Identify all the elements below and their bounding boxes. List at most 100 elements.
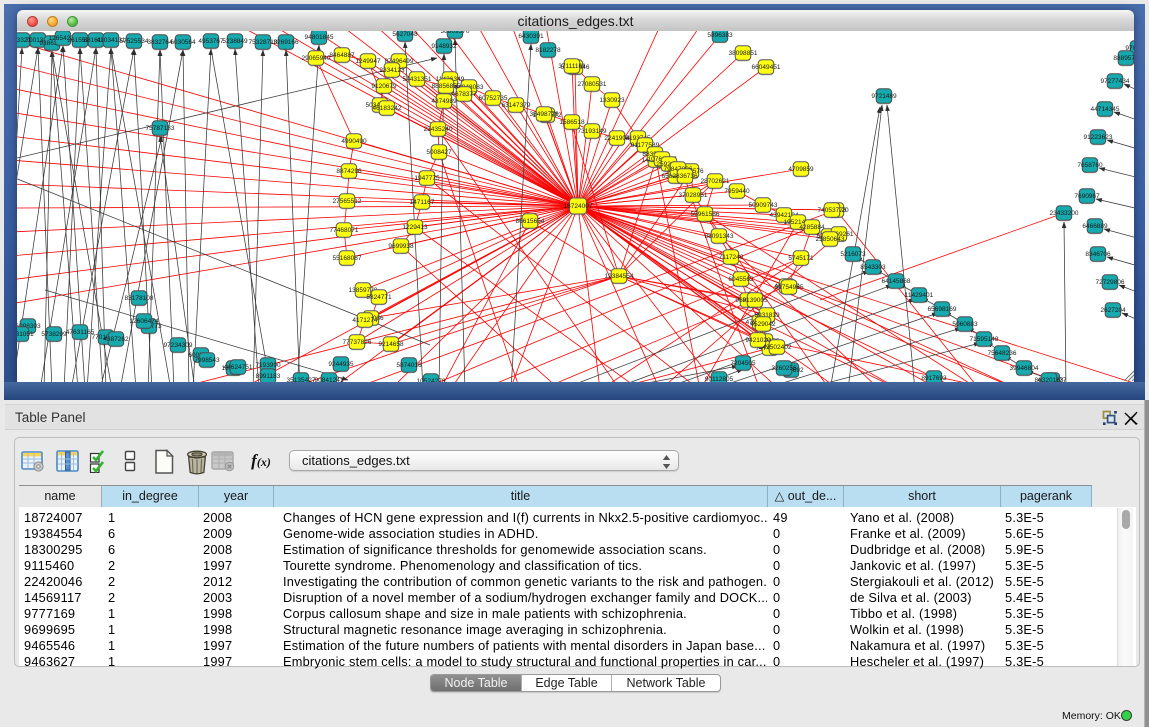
svg-text:3832764: 3832764: [147, 39, 173, 46]
svg-text:5008427: 5008427: [426, 149, 452, 156]
svg-text:9120679: 9120679: [371, 83, 397, 90]
svg-text:63147379: 63147379: [502, 102, 531, 109]
svg-text:6045562: 6045562: [728, 276, 754, 283]
svg-text:1229413: 1229413: [402, 224, 428, 231]
svg-text:7959440: 7959440: [724, 188, 750, 195]
svg-text:38809570: 38809570: [441, 31, 470, 35]
svg-text:4709859: 4709859: [788, 166, 814, 173]
svg-text:4171274: 4171274: [352, 317, 378, 324]
svg-text:83178108: 83178108: [125, 295, 154, 302]
svg-text:38498776: 38498776: [530, 111, 559, 118]
svg-text:2031051: 2031051: [17, 331, 34, 338]
svg-text:11429401: 11429401: [905, 292, 934, 299]
svg-text:2241904: 2241904: [604, 135, 630, 142]
svg-text:9699938: 9699938: [388, 243, 414, 250]
svg-text:94801845: 94801845: [305, 34, 334, 41]
svg-text:27080531: 27080531: [578, 81, 607, 88]
svg-text:1586518: 1586518: [559, 119, 585, 126]
svg-text:8464887: 8464887: [329, 52, 355, 59]
svg-text:23435240: 23435240: [424, 126, 453, 133]
svg-text:64145868: 64145868: [882, 278, 911, 285]
svg-text:37028951: 37028951: [679, 192, 708, 199]
svg-text:27565512: 27565512: [333, 198, 362, 205]
svg-text:7998543: 7998543: [194, 357, 220, 364]
svg-text:91754965: 91754965: [775, 284, 804, 291]
svg-text:7690967: 7690967: [1074, 193, 1100, 200]
svg-text:9244935: 9244935: [328, 361, 354, 368]
svg-text:4387262: 4387262: [103, 336, 129, 343]
svg-text:7193990: 7193990: [255, 362, 281, 369]
svg-text:55168087: 55168087: [333, 255, 362, 262]
svg-text:54431351: 54431351: [403, 76, 432, 83]
svg-text:1249947: 1249947: [355, 58, 381, 65]
svg-text:9214658: 9214658: [378, 341, 404, 348]
svg-text:5060883: 5060883: [952, 321, 978, 328]
svg-text:2836736: 2836736: [672, 173, 698, 180]
svg-text:7204505: 7204505: [730, 360, 756, 367]
svg-text:97277434: 97277434: [1101, 78, 1130, 85]
svg-text:8182278: 8182278: [535, 47, 561, 54]
svg-text:38098851: 38098851: [729, 50, 758, 57]
svg-text:75787133: 75787133: [146, 125, 175, 132]
svg-text:9421020: 9421020: [745, 337, 771, 344]
svg-text:5824771: 5824771: [366, 294, 392, 301]
svg-text:28702621: 28702621: [701, 178, 730, 185]
svg-text:77468071: 77468071: [330, 227, 359, 234]
svg-text:44714345: 44714345: [1091, 106, 1120, 113]
svg-text:50909743: 50909743: [749, 202, 778, 209]
svg-text:73193149: 73193149: [578, 128, 607, 135]
svg-text:2627204: 2627204: [1100, 307, 1126, 314]
svg-text:74053773: 74053773: [818, 207, 847, 214]
svg-text:7658760: 7658760: [1077, 162, 1103, 169]
svg-text:75648236: 75648236: [988, 350, 1017, 357]
svg-text:4678377: 4678377: [451, 91, 477, 98]
svg-text:60752735: 60752735: [479, 95, 508, 102]
svg-text:1330923: 1330923: [599, 97, 625, 104]
svg-text:47631165: 47631165: [66, 329, 95, 336]
svg-text:12606474: 12606474: [130, 318, 159, 325]
svg-text:4953767: 4953767: [198, 38, 224, 45]
svg-text:6466889: 6466889: [1082, 223, 1108, 230]
svg-text:9148932: 9148932: [431, 43, 457, 50]
svg-text:5896383: 5896383: [707, 32, 733, 39]
svg-text:18724007: 18724007: [564, 203, 593, 210]
svg-text:66049451: 66049451: [752, 64, 781, 71]
svg-text:5874016: 5874016: [396, 362, 422, 369]
svg-text:65698169: 65698169: [928, 306, 957, 313]
svg-text:97234309: 97234309: [164, 342, 193, 349]
svg-text:2334123: 2334123: [379, 67, 405, 74]
svg-text:88091343: 88091343: [705, 233, 734, 240]
svg-text:8139005: 8139005: [742, 297, 768, 304]
svg-text:49502402: 49502402: [763, 344, 792, 351]
svg-text:29065940: 29065940: [302, 55, 331, 62]
svg-text:5216073: 5216073: [840, 251, 866, 258]
svg-text:4374989: 4374989: [431, 98, 457, 105]
svg-text:55961586: 55961586: [691, 211, 720, 218]
svg-text:8917693: 8917693: [921, 375, 947, 382]
svg-text:5745171: 5745171: [788, 255, 814, 262]
svg-text:8874296: 8874296: [336, 168, 362, 175]
svg-text:44624751: 44624751: [224, 364, 253, 371]
svg-text:5238849: 5238849: [222, 38, 248, 45]
svg-text:39946804: 39946804: [1010, 365, 1039, 372]
svg-text:8889579: 8889579: [1113, 55, 1134, 62]
svg-text:1471167: 1471167: [410, 199, 435, 206]
svg-text:5738299: 5738299: [41, 331, 67, 338]
svg-text:4529042: 4529042: [750, 321, 776, 328]
svg-text:37111161: 37111161: [558, 63, 586, 70]
svg-text:6030564: 6030564: [170, 39, 196, 46]
svg-text:86615654: 86615654: [516, 218, 545, 225]
svg-text:25850643: 25850643: [816, 236, 845, 243]
svg-text:77737826: 77737826: [343, 339, 372, 346]
svg-text:91223623: 91223623: [1084, 134, 1113, 141]
svg-text:5627048: 5627048: [392, 31, 418, 38]
svg-text:8543303: 8543303: [860, 264, 886, 271]
svg-text:3260256: 3260256: [771, 365, 797, 372]
svg-text:1947775: 1947775: [414, 175, 440, 182]
svg-text:8991183: 8991183: [256, 373, 281, 380]
svg-text:7117240: 7117240: [719, 254, 744, 261]
svg-text:71595148: 71595148: [970, 336, 999, 343]
svg-text:4285884: 4285884: [799, 224, 825, 231]
svg-text:4990490: 4990490: [341, 138, 367, 145]
svg-text:46183242: 46183242: [373, 105, 402, 112]
